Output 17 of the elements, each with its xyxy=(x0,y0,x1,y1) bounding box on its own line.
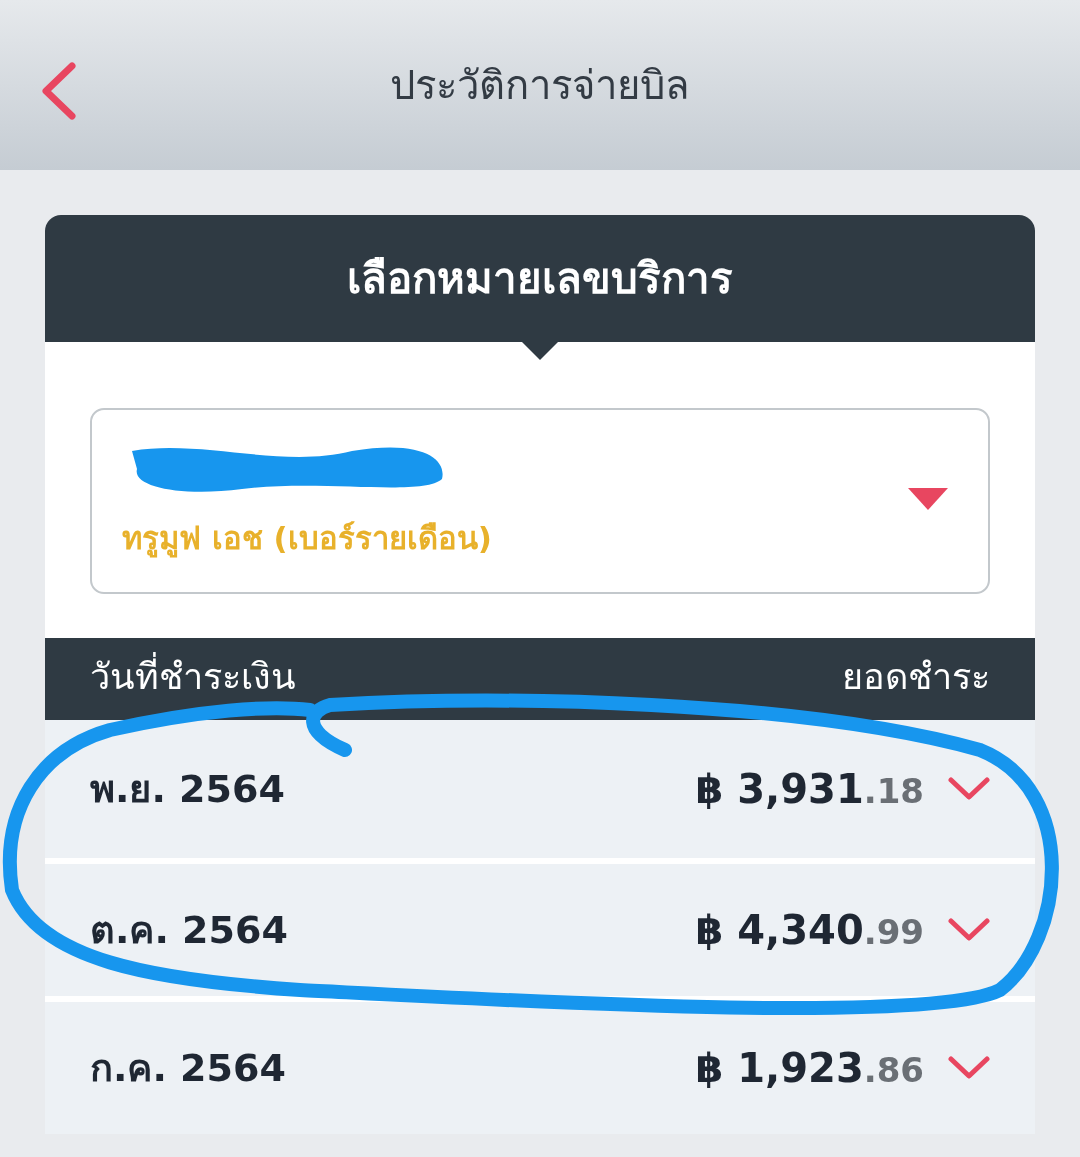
payment-date: ต.ค. 2564 xyxy=(90,906,288,954)
payment-date: พ.ย. 2564 xyxy=(90,765,285,813)
plan-label: ทรูมูฟ เอช (เบอร์รายเดือน) xyxy=(122,518,492,560)
section-title: เลือกหมายเลขบริการ xyxy=(347,253,733,305)
payment-row[interactable]: พ.ย. 2564 ฿ 3,931.18 xyxy=(45,720,1035,858)
dropdown-arrow-icon xyxy=(908,488,948,512)
back-icon[interactable] xyxy=(40,62,76,120)
chevron-down-icon[interactable] xyxy=(948,1056,990,1080)
payment-amount: ฿ 1,923.86 xyxy=(695,1044,924,1093)
payment-amount: ฿ 4,340.99 xyxy=(695,906,924,955)
column-header: วันที่ชำระเงิน xyxy=(90,650,296,720)
chevron-down-icon[interactable] xyxy=(948,777,990,801)
column-header: ยอดชำระ xyxy=(842,655,990,699)
payment-amount: ฿ 3,931.18 xyxy=(695,765,924,814)
payment-date: ก.ค. 2564 xyxy=(90,1044,286,1092)
page-title: ประวัติการจ่ายบิล xyxy=(390,61,690,110)
chevron-down-icon[interactable] xyxy=(948,918,990,942)
